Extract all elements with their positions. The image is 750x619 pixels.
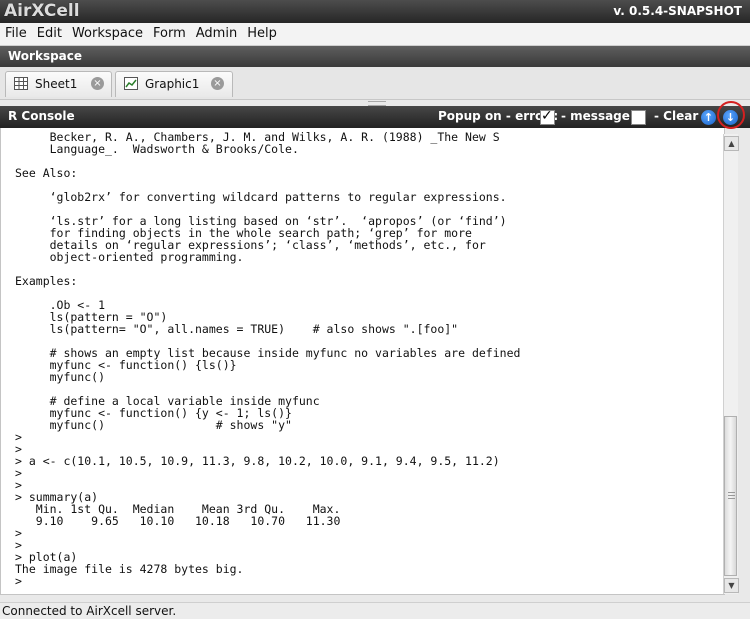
console-header: R Console Popup on - error : ✓ - message… [0,106,750,128]
scroll-thumb[interactable] [724,416,737,576]
menu-file[interactable]: File [0,23,32,45]
tab-graphic1[interactable]: Graphic1 × [115,71,233,97]
tab-strip: Sheet1 × Graphic1 × [0,67,750,100]
console-output: Becker, R. A., Chambers, J. M. and Wilks… [15,130,521,588]
workspace-title: Workspace [8,49,83,63]
menu-help[interactable]: Help [242,23,282,45]
scroll-up-icon[interactable]: ▲ [724,136,739,151]
console-scrollbar[interactable]: ▲ ▼ [723,134,739,594]
check-icon: ✓ [541,108,553,124]
message-checkbox[interactable] [631,110,646,125]
menu-bar: File Edit Workspace Form Admin Help [0,23,750,46]
tab-label: Graphic1 [145,77,200,91]
message-label: - message : [561,109,639,123]
close-icon[interactable]: × [211,77,224,90]
arrow-up-icon[interactable]: ↑ [701,110,716,125]
close-icon[interactable]: × [91,77,104,90]
console-output-area[interactable]: Becker, R. A., Chambers, J. M. and Wilks… [0,128,725,595]
console-title: R Console [8,109,75,123]
app-logo: AirXCell [4,1,80,21]
spreadsheet-icon [14,77,28,90]
menu-workspace[interactable]: Workspace [67,23,148,45]
version-label: v. 0.5.4-SNAPSHOT [613,4,742,18]
workspace-header: Workspace [0,46,750,67]
status-text: Connected to AirXcell server. [2,604,177,618]
highlight-circle [717,101,745,129]
tab-sheet1[interactable]: Sheet1 × [5,71,112,97]
clear-button[interactable]: - Clear [654,109,698,123]
scroll-down-icon[interactable]: ▼ [724,578,739,593]
tab-label: Sheet1 [35,77,78,91]
menu-edit[interactable]: Edit [32,23,67,45]
chart-icon [124,77,138,90]
menu-form[interactable]: Form [148,23,191,45]
status-bar: Connected to AirXcell server. [0,602,750,619]
error-checkbox[interactable]: ✓ [540,108,555,125]
title-bar: AirXCell v. 0.5.4-SNAPSHOT [0,0,750,23]
menu-admin[interactable]: Admin [191,23,242,45]
